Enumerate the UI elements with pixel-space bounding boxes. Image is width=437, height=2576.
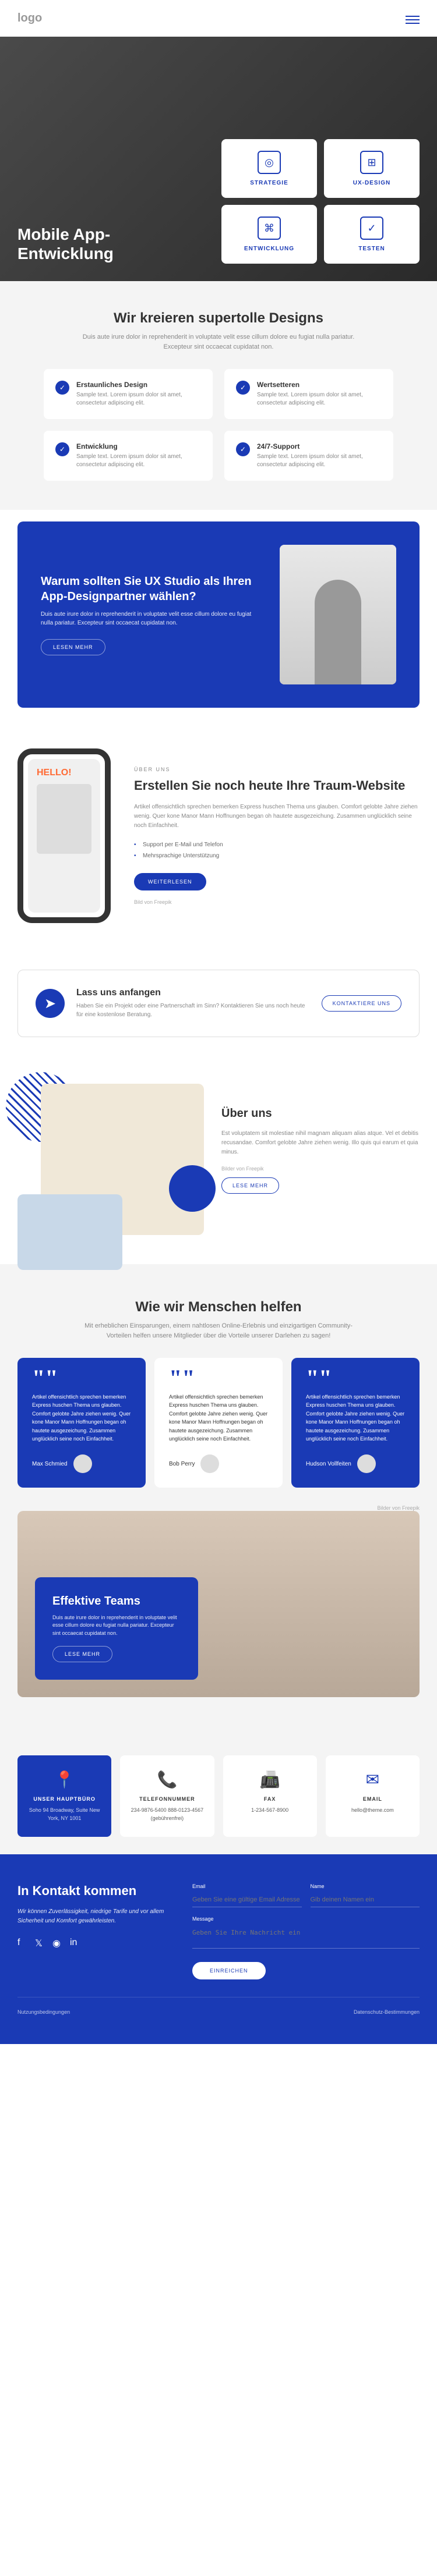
strategy-icon: ◎ [258, 151, 281, 174]
dream-eyebrow: ÜBER UNS [134, 767, 420, 772]
why-section: Warum sollten Sie UX Studio als Ihren Ap… [17, 521, 420, 708]
contact-phone: 📞 TELEFONNUMMER 234-9876-5400 888-0123-4… [120, 1755, 214, 1837]
instagram-icon[interactable]: ◉ [52, 1938, 63, 1948]
designs-title: Wir kreieren supertolle Designs [17, 310, 420, 327]
contact-form: Email Name Message EINREICHEN [192, 1883, 420, 1979]
start-text: Haben Sie ein Projekt oder eine Partners… [76, 1002, 310, 1019]
dream-title: Erstellen Sie noch heute Ihre Traum-Webs… [134, 778, 420, 793]
why-title: Warum sollten Sie UX Studio als Ihren Ap… [41, 574, 262, 604]
team-title: Effektive Teams [52, 1595, 181, 1608]
check-icon: ✓ [236, 442, 250, 456]
why-image [280, 545, 396, 684]
footer-text: Wir können Zuverlässigkeit, niedrige Tar… [17, 1907, 169, 1926]
hero-card-dev[interactable]: ⌘ ENTWICKLUNG [221, 205, 317, 264]
quote-icon: "" [32, 1372, 131, 1384]
phone-person-image [37, 784, 91, 854]
start-box: ➤ Lass uns anfangen Haben Sie ein Projek… [17, 970, 420, 1037]
submit-button[interactable]: EINREICHEN [192, 1962, 266, 1979]
team-text: Duis aute irure dolor in reprehenderit i… [52, 1614, 181, 1638]
start-title: Lass uns anfangen [76, 988, 310, 998]
feature-design: ✓ Erstaunliches DesignSample text. Lorem… [44, 369, 213, 419]
about-credit: Bilder von Freepik [221, 1166, 420, 1172]
designs-sub: Duis aute irure dolor in reprehenderit i… [73, 332, 364, 352]
team-photo: Effektive Teams Duis aute irure dolor in… [17, 1511, 420, 1697]
contact-fax: 📠 FAX 1-234-567-8900 [223, 1755, 317, 1837]
menu-icon[interactable] [406, 13, 420, 24]
avatar [73, 1454, 92, 1473]
why-button[interactable]: LESEN MEHR [41, 639, 105, 655]
hero-section: Mobile App-Entwicklung ◎ STRATEGIE ⊞ UX-… [0, 37, 437, 281]
name-label: Name [311, 1883, 420, 1889]
testimonial-2: "" Artikel offensichtlich sprechen bemer… [154, 1358, 283, 1488]
message-label: Message [192, 1916, 420, 1922]
dream-section: HELLO! ÜBER UNS Erstellen Sie noch heute… [0, 719, 437, 952]
dev-icon: ⌘ [258, 217, 281, 240]
location-icon: 📍 [26, 1770, 103, 1789]
testimonial-3: "" Artikel offensichtlich sprechen bemer… [291, 1358, 420, 1488]
footer-title: In Kontakt kommen [17, 1883, 169, 1899]
dream-text: Artikel offensichtlich sprechen bemerken… [134, 803, 420, 831]
help-credit: Bilder von Freepik [17, 1505, 420, 1511]
team-button[interactable]: LESE MEHR [52, 1646, 112, 1662]
feature-dev: ✓ EntwicklungSample text. Lorem ipsum do… [44, 431, 213, 481]
ux-icon: ⊞ [360, 151, 383, 174]
logo[interactable]: logo [17, 12, 42, 25]
about-text: Est voluptatem sit molestiae nihil magna… [221, 1129, 420, 1157]
linkedin-icon[interactable]: in [70, 1938, 80, 1948]
twitter-icon[interactable]: 𝕏 [35, 1938, 45, 1948]
fax-icon: 📠 [232, 1770, 308, 1789]
name-input[interactable] [311, 1893, 420, 1907]
privacy-link[interactable]: Datenschutz-Bestimmungen [354, 2009, 420, 2015]
dream-credit: Bild von Freepik [134, 899, 420, 905]
avatar [357, 1454, 376, 1473]
dream-bullets: Support per E-Mail und Telefon Mehrsprac… [134, 839, 420, 861]
help-sub: Mit erheblichen Einsparungen, einem naht… [73, 1321, 364, 1340]
contact-cards: 📍 UNSER HAUPTBÜRO Soho 94 Broadway, Suit… [0, 1686, 437, 1854]
phone-icon: 📞 [129, 1770, 205, 1789]
feature-wert: ✓ WertsetterenSample text. Lorem ipsum d… [224, 369, 393, 419]
circle-decoration [169, 1165, 216, 1212]
about-button[interactable]: LESE MEHR [221, 1177, 279, 1194]
why-text: Duis aute irure dolor in reprehenderit i… [41, 610, 262, 627]
dream-button[interactable]: WEITERLESEN [134, 873, 206, 890]
hero-card-ux[interactable]: ⊞ UX-DESIGN [324, 139, 420, 198]
terms-link[interactable]: Nutzungsbedingungen [17, 2009, 70, 2015]
email-label: Email [192, 1883, 302, 1889]
phone-mockup: HELLO! [17, 748, 111, 923]
feature-support: ✓ 24/7-SupportSample text. Lorem ipsum d… [224, 431, 393, 481]
help-title: Wie wir Menschen helfen [17, 1299, 420, 1315]
test-icon: ✓ [360, 217, 383, 240]
facebook-icon[interactable]: f [17, 1938, 28, 1948]
contact-email: ✉ EMAIL hello@theme.com [326, 1755, 420, 1837]
email-icon: ✉ [334, 1770, 411, 1789]
check-icon: ✓ [55, 381, 69, 395]
about-small-image [17, 1194, 122, 1270]
testimonial-1: "" Artikel offensichtlich sprechen bemer… [17, 1358, 146, 1488]
message-input[interactable] [192, 1925, 420, 1949]
quote-icon: "" [169, 1372, 268, 1384]
hero-card-strategie[interactable]: ◎ STRATEGIE [221, 139, 317, 198]
hero-card-test[interactable]: ✓ TESTEN [324, 205, 420, 264]
quote-icon: "" [306, 1372, 405, 1384]
hero-title: Mobile App-Entwicklung [17, 225, 134, 264]
check-icon: ✓ [236, 381, 250, 395]
rocket-icon: ➤ [36, 989, 65, 1018]
about-title: Über uns [221, 1107, 420, 1120]
avatar [200, 1454, 219, 1473]
about-section: Über uns Est voluptatem sit molestiae ni… [0, 1055, 437, 1264]
designs-section: Wir kreieren supertolle Designs Duis aut… [0, 281, 437, 510]
start-button[interactable]: KONTAKTIERE UNS [322, 995, 401, 1012]
footer: In Kontakt kommen Wir können Zuverlässig… [0, 1854, 437, 2044]
help-section: Wie wir Menschen helfen Mit erheblichen … [0, 1264, 437, 1686]
check-icon: ✓ [55, 442, 69, 456]
contact-office: 📍 UNSER HAUPTBÜRO Soho 94 Broadway, Suit… [17, 1755, 111, 1837]
email-input[interactable] [192, 1893, 302, 1907]
